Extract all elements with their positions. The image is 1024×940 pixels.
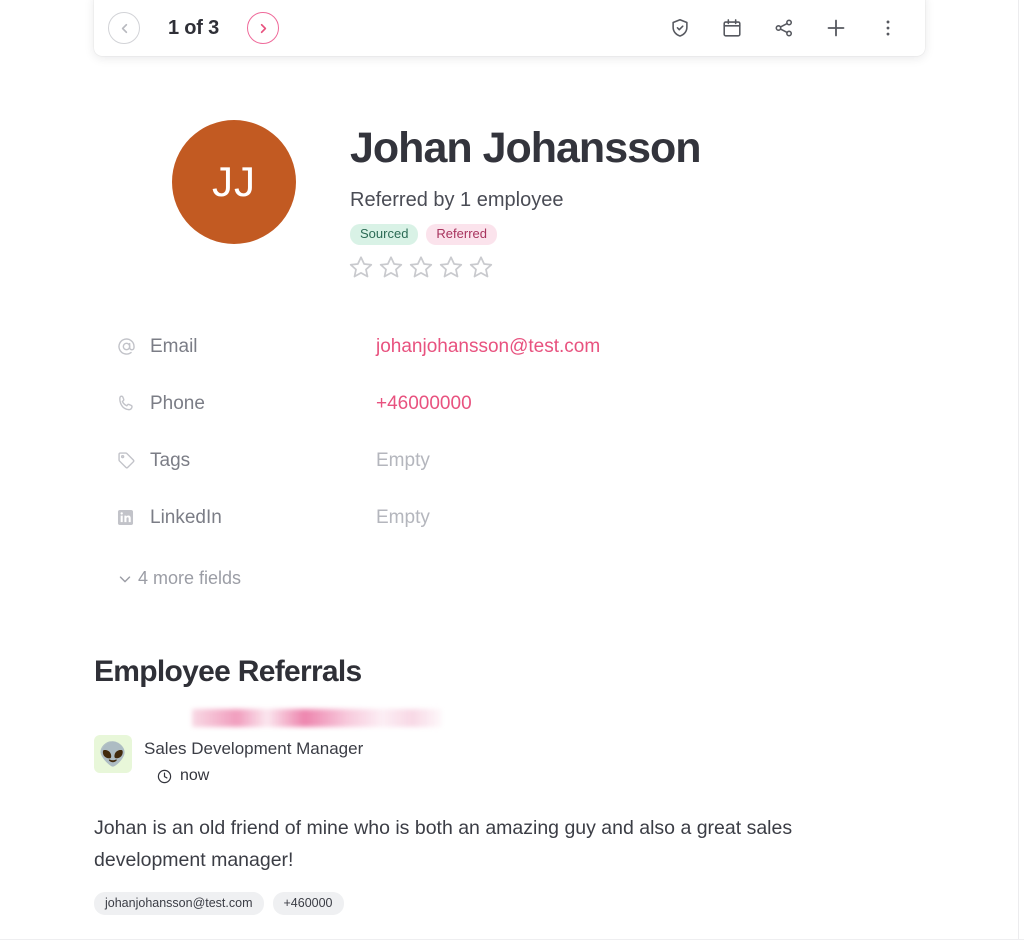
phone-icon-glyph: [119, 395, 133, 411]
chip-phone[interactable]: +460000: [272, 892, 344, 916]
status-badges: Sourced Referred: [350, 224, 701, 246]
calendar-button[interactable]: [719, 15, 745, 41]
next-record-button[interactable]: [247, 12, 280, 44]
previous-record-button[interactable]: [108, 12, 140, 44]
referrer-meta: Sales Development Manager now: [144, 709, 442, 785]
add-button[interactable]: [823, 15, 849, 41]
field-label-phone: Phone: [150, 392, 205, 414]
calendar-icon: [723, 19, 741, 37]
share-icon: [775, 19, 793, 37]
chevron-down-icon: [119, 575, 131, 582]
toolbar-actions: [667, 15, 911, 41]
phone-icon: [116, 393, 142, 414]
field-row-linkedin: LinkedIn Empty: [94, 489, 794, 546]
status-badge-referred[interactable]: Referred: [426, 224, 497, 246]
field-row-tags: Tags Empty: [94, 432, 794, 489]
status-badge-sourced[interactable]: Sourced: [350, 224, 419, 246]
section-title: Employee Referrals: [94, 655, 362, 688]
referrer-name-redacted: [192, 709, 442, 727]
referral-message: Johan is an old friend of mine who is bo…: [94, 817, 793, 871]
at-icon: [116, 336, 142, 357]
field-label-linkedin: LinkedIn: [150, 506, 222, 528]
tag-icon-glyph: [118, 452, 135, 469]
share-button[interactable]: [771, 15, 797, 41]
referrer-timestamp: now: [156, 767, 363, 785]
star-icon-4[interactable]: [438, 254, 464, 280]
chevron-right-icon: [260, 23, 266, 33]
chevron-left-icon: [121, 23, 127, 33]
employee-referrals-section: Employee Referrals 👽 Sales Development M…: [94, 655, 934, 916]
field-value-phone[interactable]: +46000000: [376, 393, 472, 415]
field-value-tags[interactable]: Empty: [376, 450, 430, 472]
rating-stars[interactable]: [348, 254, 701, 280]
profile-header: JJ Johan Johansson Referred by 1 employe…: [94, 120, 702, 280]
referrer-block: 👽 Sales Development Manager now: [94, 709, 934, 785]
at-icon-glyph: [118, 338, 135, 355]
field-value-linkedin[interactable]: Empty: [376, 507, 430, 529]
profile-toolbar: 1 of 3: [94, 0, 925, 56]
field-label-email: Email: [150, 335, 198, 357]
page-title: Johan Johansson: [350, 124, 702, 172]
star-icon-2[interactable]: [378, 254, 404, 280]
clock-icon: [157, 769, 172, 783]
field-value-email[interactable]: johanjohansson@test.com: [376, 336, 600, 358]
field-row-email: Email johanjohansson@test.com: [94, 318, 794, 375]
field-row-phone: Phone +46000000: [94, 375, 794, 432]
star-icon-5[interactable]: [468, 254, 494, 280]
shield-check-button[interactable]: [667, 15, 693, 41]
shield-check-icon: [672, 18, 688, 37]
referrer-avatar: 👽: [94, 735, 132, 773]
more-options-button[interactable]: [875, 15, 901, 41]
page-right-rule: [1018, 0, 1019, 940]
plus-icon: [827, 19, 845, 37]
record-navigation: 1 of 3: [108, 12, 280, 44]
more-fields-label: 4 more fields: [138, 568, 242, 588]
candidate-profile-page: 1 of 3 JJ Johan Johansson Referred by 1 …: [0, 0, 1024, 940]
avatar: JJ: [172, 120, 296, 244]
record-counter: 1 of 3: [168, 16, 220, 39]
profile-info: Johan Johansson Referred by 1 employee S…: [348, 120, 702, 280]
field-label-tags: Tags: [150, 449, 191, 471]
profile-fields: Email johanjohansson@test.com Phone +460…: [94, 318, 794, 589]
profile-subtitle: Referred by 1 employee: [350, 189, 564, 212]
more-vertical-icon: [886, 20, 890, 36]
referral-contact-chips: johanjohansson@test.com +460000: [94, 892, 934, 916]
tag-icon: [116, 450, 142, 471]
more-fields-toggle[interactable]: 4 more fields: [116, 568, 241, 589]
star-icon-3[interactable]: [408, 254, 434, 280]
referrer-time-label: now: [180, 767, 210, 784]
linkedin-icon-glyph: [117, 509, 134, 526]
referrer-title: Sales Development Manager: [144, 739, 364, 758]
linkedin-icon: [116, 508, 142, 527]
chip-email[interactable]: johanjohansson@test.com: [94, 892, 264, 916]
star-icon-1[interactable]: [348, 254, 374, 280]
